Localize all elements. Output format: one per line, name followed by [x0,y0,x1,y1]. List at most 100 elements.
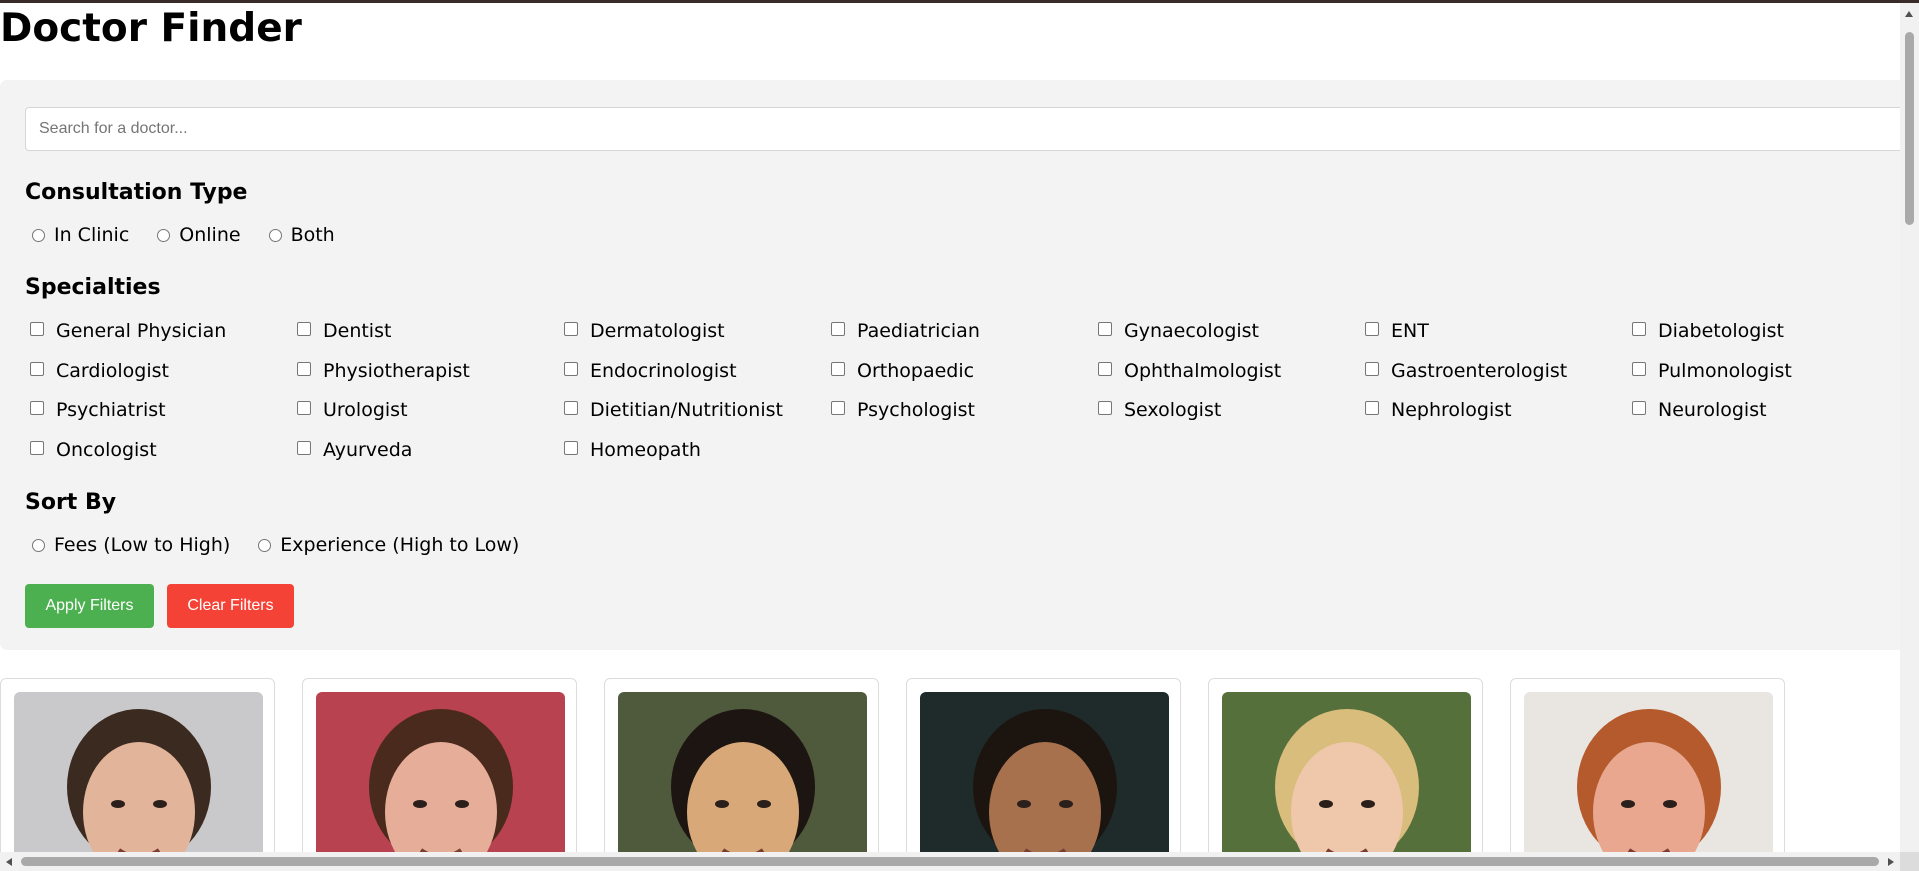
doctor-card[interactable] [604,678,879,852]
vertical-scrollbar[interactable] [1900,3,1919,852]
filter-panel: Consultation Type In Clinic Online Both … [0,80,1900,650]
doctor-card[interactable] [0,678,275,852]
specialty-checkbox[interactable] [1365,361,1379,376]
radio-fees-low-high[interactable]: Fees (Low to High) [25,534,230,556]
specialty-label: Sexologist [1124,399,1222,421]
specialty-label: Diabetologist [1658,320,1784,342]
specialty-option[interactable]: Paediatrician [826,320,980,342]
apply-filters-button[interactable]: Apply Filters [25,584,154,628]
specialty-label: Psychiatrist [56,399,166,421]
doctor-photo-5 [1222,692,1471,852]
doctor-card[interactable] [906,678,1181,852]
doctor-photo-6 [1524,692,1773,852]
specialty-option[interactable]: ENT [1360,320,1429,342]
specialty-option[interactable]: Gastroenterologist [1360,360,1567,382]
radio-in-clinic[interactable]: In Clinic [25,224,129,246]
specialty-checkbox[interactable] [297,361,311,376]
specialty-option[interactable]: Gynaecologist [1093,320,1259,342]
clear-filters-button[interactable]: Clear Filters [167,584,294,628]
specialty-label: Orthopaedic [857,359,975,382]
specialty-checkbox[interactable] [297,322,311,336]
specialty-checkbox[interactable] [831,361,845,376]
specialty-checkbox[interactable] [831,322,845,336]
specialty-option[interactable]: Homeopath [559,439,701,461]
specialty-checkbox[interactable] [30,401,44,415]
search-input[interactable] [25,107,1900,151]
specialty-label: Urologist [323,399,408,421]
specialty-checkbox[interactable] [564,322,578,336]
specialty-checkbox[interactable] [297,440,311,455]
specialty-label: Physiotherapist [323,359,470,382]
specialty-label: Dentist [323,320,392,342]
doctor-photo-2 [316,692,565,852]
specialty-label: Oncologist [56,438,157,461]
consultation-type-options: In Clinic Online Both [25,224,356,246]
radio-circle[interactable] [268,228,282,242]
specialty-checkbox[interactable] [297,401,311,415]
specialty-option[interactable]: Psychiatrist [25,399,166,421]
radio-label: Fees (Low to High) [54,534,231,556]
radio-both[interactable]: Both [262,224,335,246]
scroll-right-arrow-icon[interactable] [1888,858,1894,866]
specialty-option[interactable]: Pulmonologist [1627,360,1792,382]
specialty-option[interactable]: Orthopaedic [826,360,974,382]
specialty-checkbox[interactable] [30,440,44,455]
specialty-label: ENT [1391,320,1429,342]
specialty-label: Homeopath [590,438,701,461]
specialty-option[interactable]: Dietitian/Nutritionist [559,399,783,421]
radio-circle[interactable] [32,538,45,552]
specialty-label: Gynaecologist [1124,320,1260,342]
page-viewport: Doctor Finder Consultation Type In Clini… [0,3,1900,852]
specialty-option[interactable]: Dermatologist [559,320,725,342]
specialty-option[interactable]: Urologist [292,399,408,421]
specialty-option[interactable]: Ayurveda [292,439,412,461]
horizontal-scroll-thumb[interactable] [21,857,1879,866]
specialty-label: Pulmonologist [1658,359,1792,382]
specialty-checkbox[interactable] [1365,322,1379,336]
specialty-option[interactable]: Ophthalmologist [1093,360,1281,382]
specialty-option[interactable]: Dentist [292,320,391,342]
doctor-photo-1 [14,692,263,852]
specialty-option[interactable]: Oncologist [25,439,157,461]
specialty-option[interactable]: Neurologist [1627,399,1767,421]
radio-circle[interactable] [258,538,272,552]
doctor-card[interactable] [1208,678,1483,852]
doctor-card[interactable] [302,678,577,852]
specialty-label: Gastroenterologist [1391,359,1568,382]
specialties-heading: Specialties [25,275,161,300]
horizontal-scrollbar[interactable] [0,852,1900,871]
specialty-option[interactable]: Cardiologist [25,360,169,382]
radio-circle[interactable] [32,228,45,242]
specialty-checkbox[interactable] [1365,401,1379,415]
specialty-checkbox[interactable] [1098,322,1112,336]
specialty-checkbox[interactable] [30,322,44,336]
doctor-card[interactable] [1510,678,1785,852]
radio-label: Both [290,224,335,246]
sort-by-options: Fees (Low to High) Experience (High to L… [25,534,540,556]
scroll-left-arrow-icon[interactable] [6,858,12,866]
specialty-checkbox[interactable] [564,361,578,376]
sort-by-heading: Sort By [25,490,117,515]
specialty-checkbox[interactable] [1632,322,1646,336]
specialty-option[interactable]: Diabetologist [1627,320,1784,342]
specialty-option[interactable]: Endocrinologist [559,360,737,382]
specialty-checkbox[interactable] [1098,401,1112,415]
specialty-option[interactable]: Sexologist [1093,399,1221,421]
specialty-option[interactable]: Psychologist [826,399,975,421]
portrait-image [920,692,1169,852]
scroll-up-arrow-icon[interactable] [1905,11,1913,17]
specialty-option[interactable]: General Physician [25,320,226,342]
specialty-checkbox[interactable] [30,361,44,376]
specialty-checkbox[interactable] [831,401,845,415]
specialty-checkbox[interactable] [1632,401,1646,415]
radio-online[interactable]: Online [150,224,241,246]
specialty-option[interactable]: Physiotherapist [292,360,470,382]
specialty-checkbox[interactable] [1632,361,1646,376]
specialty-checkbox[interactable] [1098,361,1112,376]
specialty-checkbox[interactable] [564,401,578,415]
radio-experience-high-low[interactable]: Experience (High to Low) [251,534,519,556]
vertical-scroll-thumb[interactable] [1905,32,1914,225]
specialty-option[interactable]: Nephrologist [1360,399,1512,421]
specialty-checkbox[interactable] [564,440,578,455]
radio-circle[interactable] [157,228,171,242]
